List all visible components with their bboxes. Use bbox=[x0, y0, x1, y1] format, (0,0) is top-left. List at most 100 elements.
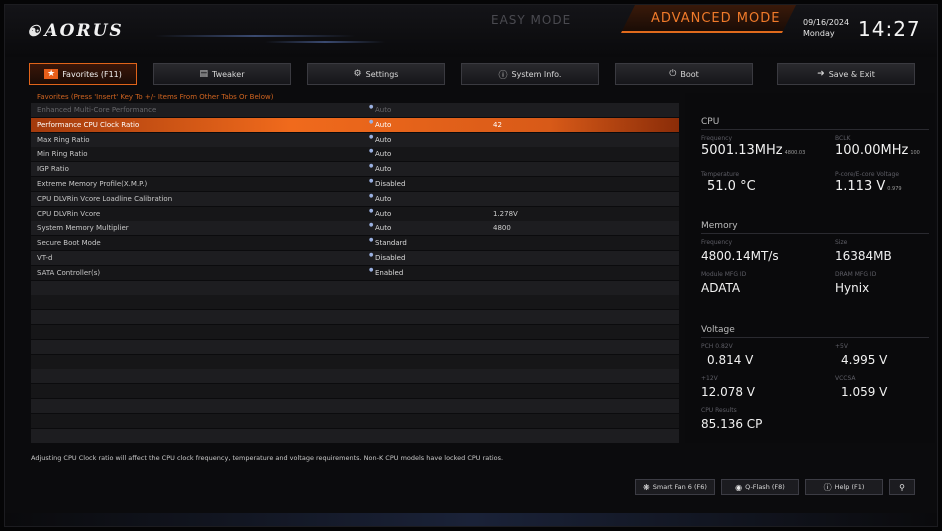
tab-boot[interactable]: ⏻ Boot bbox=[615, 63, 753, 85]
tab-system-info[interactable]: ⓘ System Info. bbox=[461, 63, 599, 85]
memory-frequency-label: Frequency bbox=[701, 239, 732, 246]
setting-row[interactable]: Max Ring Ratio Auto bbox=[31, 132, 679, 147]
tab-label: Save & Exit bbox=[828, 69, 875, 79]
setting-row[interactable]: System Memory Multiplier Auto 4800 bbox=[31, 221, 679, 236]
section-divider bbox=[701, 129, 929, 130]
setting-label: CPU DLVRin Vcore Loadline Calibration bbox=[37, 194, 173, 203]
tab-label: System Info. bbox=[511, 69, 562, 79]
setting-row[interactable]: Performance CPU Clock Ratio Auto 42 bbox=[31, 117, 679, 132]
bclk-label: BCLK bbox=[835, 135, 851, 142]
setting-label: System Memory Multiplier bbox=[37, 224, 129, 233]
aorus-logo: ☯ AORUS bbox=[27, 21, 124, 41]
empty-row bbox=[31, 339, 679, 354]
setting-current-value: 1.278V bbox=[493, 209, 518, 218]
day-text: Monday bbox=[803, 29, 835, 38]
empty-row bbox=[31, 399, 679, 413]
tab-tweaker[interactable]: ▤ Tweaker bbox=[153, 63, 291, 85]
setting-value[interactable]: Auto bbox=[369, 148, 391, 158]
dram-mfg-value: Hynix bbox=[835, 281, 870, 295]
setting-value[interactable]: Disabled bbox=[369, 252, 406, 262]
search-button[interactable]: ⚲ bbox=[889, 479, 915, 495]
bclk-text: 100.00MHz bbox=[835, 143, 909, 158]
setting-row[interactable]: Min Ring Ratio Auto bbox=[31, 147, 679, 162]
empty-row bbox=[31, 354, 679, 369]
help-icon: ⓘ bbox=[823, 482, 832, 492]
module-mfg-value: ADATA bbox=[701, 281, 741, 295]
vccsa-label: VCCSA bbox=[835, 375, 856, 382]
setting-label: Min Ring Ratio bbox=[37, 150, 88, 159]
tab-label: Boot bbox=[680, 69, 699, 79]
setting-row[interactable]: Secure Boot Mode Standard bbox=[31, 236, 679, 251]
setting-current-value: 42 bbox=[493, 120, 502, 129]
empty-row bbox=[31, 413, 679, 428]
voltage-section-title: Voltage bbox=[701, 325, 735, 335]
empty-row bbox=[31, 310, 679, 325]
setting-row[interactable]: SATA Controller(s) Enabled bbox=[31, 265, 679, 280]
cpu-result-value: 85.136 CP bbox=[701, 417, 763, 431]
header-decor-line bbox=[265, 41, 385, 43]
tab-save-exit[interactable]: ➜ Save & Exit bbox=[777, 63, 915, 85]
advanced-mode-tab[interactable]: ADVANCED MODE bbox=[621, 5, 796, 33]
setting-value[interactable]: Auto bbox=[369, 193, 391, 203]
setting-current-value: 4800 bbox=[493, 224, 511, 233]
setting-value[interactable]: Disabled bbox=[369, 178, 406, 188]
v5-value: 4.995 V bbox=[841, 353, 888, 367]
memory-size-label: Size bbox=[835, 239, 848, 246]
search-icon: ⚲ bbox=[899, 482, 905, 492]
setting-row[interactable]: CPU DLVRin Vcore Loadline Calibration Aut… bbox=[31, 191, 679, 206]
smart-fan-button[interactable]: ❋ Smart Fan 6 (F6) bbox=[635, 479, 715, 495]
empty-row bbox=[31, 369, 679, 384]
aorus-eagle-icon: ☯ bbox=[27, 22, 43, 40]
setting-value[interactable]: Standard bbox=[369, 237, 407, 247]
section-divider bbox=[701, 337, 929, 338]
date-text: 09/16/2024 bbox=[803, 18, 850, 27]
dram-mfg-label: DRAM MFG ID bbox=[835, 271, 877, 278]
header-decor-line bbox=[155, 35, 355, 37]
tab-favorites[interactable]: ★ Favorites (F11) bbox=[29, 63, 137, 85]
core-voltage-value: 1.113 V 0.979 bbox=[835, 179, 902, 194]
help-button[interactable]: ⓘ Help (F1) bbox=[805, 479, 883, 495]
setting-row[interactable]: Enhanced Multi-Core Performance Auto bbox=[31, 103, 679, 117]
date-display: 09/16/2024 Monday bbox=[803, 17, 849, 39]
setting-row[interactable]: VT-d Disabled bbox=[31, 251, 679, 265]
setting-value[interactable]: Auto bbox=[369, 208, 391, 218]
setting-value[interactable]: Auto bbox=[369, 134, 391, 144]
cpu-result-label: CPU Results bbox=[701, 407, 737, 414]
setting-value[interactable]: Auto bbox=[369, 163, 391, 173]
clock: 14:27 bbox=[858, 17, 921, 41]
setting-label: Enhanced Multi-Core Performance bbox=[37, 106, 157, 114]
bios-window: ☯ AORUS EASY MODE ADVANCED MODE 09/16/202… bbox=[4, 4, 938, 527]
memory-frequency-value: 4800.14MT/s bbox=[701, 249, 779, 263]
help-label: Help (F1) bbox=[834, 483, 865, 491]
qflash-icon: ◉ bbox=[735, 482, 743, 492]
setting-value[interactable]: Auto bbox=[369, 104, 391, 114]
empty-row bbox=[31, 384, 679, 399]
qflash-button[interactable]: ◉ Q-Flash (F8) bbox=[721, 479, 799, 495]
bottom-decor-bar bbox=[5, 513, 937, 526]
setting-row[interactable]: IGP Ratio Auto bbox=[31, 162, 679, 177]
item-description: Adjusting CPU Clock ratio will affect th… bbox=[31, 454, 504, 462]
tab-label: Tweaker bbox=[212, 69, 245, 79]
smart-fan-label: Smart Fan 6 (F6) bbox=[652, 483, 707, 491]
setting-label: Extreme Memory Profile(X.M.P.) bbox=[37, 180, 148, 188]
cpu-frequency-label: Frequency bbox=[701, 135, 732, 142]
v12-value: 12.078 V bbox=[701, 385, 756, 399]
power-icon: ⏻ bbox=[669, 69, 677, 79]
info-icon: ⓘ bbox=[498, 70, 508, 81]
temperature-label: Temperature bbox=[701, 171, 740, 178]
gear-icon: ⚙ bbox=[353, 69, 362, 79]
hardware-info-panel: CPU Frequency 5001.13MHz 4800.03 BCLK 100… bbox=[685, 93, 935, 443]
memory-size-value: 16384MB bbox=[835, 249, 892, 263]
setting-row[interactable]: Extreme Memory Profile(X.M.P.) Disabled bbox=[31, 177, 679, 191]
qflash-label: Q-Flash (F8) bbox=[745, 483, 785, 491]
header-bar: ☯ AORUS EASY MODE ADVANCED MODE 09/16/202… bbox=[5, 5, 937, 57]
setting-value[interactable]: Auto bbox=[369, 222, 391, 232]
star-icon: ★ bbox=[44, 69, 59, 79]
setting-value[interactable]: Auto bbox=[369, 119, 391, 129]
vccsa-value: 1.059 V bbox=[841, 385, 888, 399]
easy-mode-tab[interactable]: EASY MODE bbox=[491, 13, 571, 27]
setting-value[interactable]: Enabled bbox=[369, 267, 403, 277]
tab-settings[interactable]: ⚙ Settings bbox=[307, 63, 445, 85]
setting-row[interactable]: CPU DLVRin Vcore Auto 1.278V bbox=[31, 206, 679, 221]
pch-voltage-value: 0.814 V bbox=[707, 353, 754, 367]
